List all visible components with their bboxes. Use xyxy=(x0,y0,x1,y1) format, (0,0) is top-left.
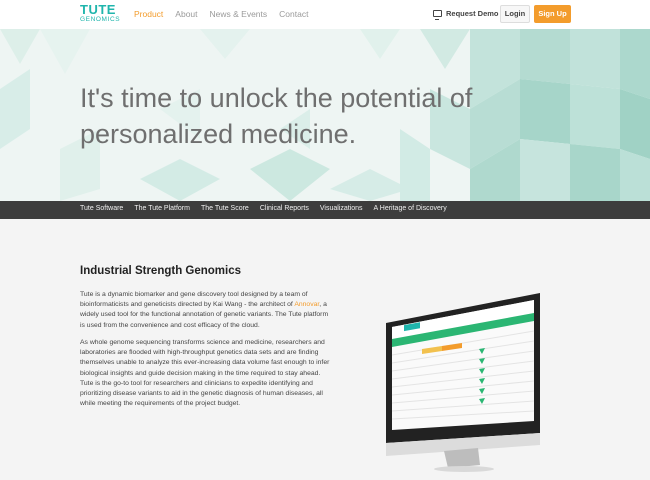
content-section: Industrial Strength Genomics Tute is a d… xyxy=(0,219,650,480)
imac-screenshot-illustration xyxy=(386,293,540,472)
nav-about[interactable]: About xyxy=(175,9,197,19)
logo-line-1: TUTE xyxy=(80,2,116,17)
intro-text-1: Tute is a dynamic biomarker and gene dis… xyxy=(80,291,308,309)
nav-product[interactable]: Product xyxy=(134,9,163,19)
subnav-tute-software[interactable]: Tute Software xyxy=(80,205,123,212)
body-paragraph: As whole genome sequencing transforms sc… xyxy=(80,339,330,408)
nav-contact[interactable]: Contact xyxy=(279,9,308,19)
nav-news-events[interactable]: News & Events xyxy=(210,9,268,19)
monitor-icon xyxy=(433,10,442,20)
request-demo-label: Request Demo xyxy=(446,9,499,18)
signup-button[interactable]: Sign Up xyxy=(534,5,571,23)
hero-banner: It's time to unlock the potential of per… xyxy=(0,29,650,201)
hero-headline: It's time to unlock the potential of per… xyxy=(80,83,473,149)
subnav-heritage[interactable]: A Heritage of Discovery xyxy=(374,205,447,212)
annovar-link[interactable]: Annovar xyxy=(294,301,319,308)
subnav-tute-platform[interactable]: The Tute Platform xyxy=(134,205,190,212)
main-nav: Product About News & Events Contact xyxy=(134,9,320,19)
logo-line-2: GENOMICS xyxy=(80,16,121,23)
tute-genomics-logo[interactable]: TUTE GENOMICS xyxy=(80,2,121,25)
subnav-visualizations[interactable]: Visualizations xyxy=(320,205,363,212)
intro-paragraph: Tute is a dynamic biomarker and gene dis… xyxy=(80,290,330,331)
section-title: Industrial Strength Genomics xyxy=(80,265,242,277)
request-demo-link[interactable]: Request Demo xyxy=(433,9,499,20)
subnav-tute-score[interactable]: The Tute Score xyxy=(201,205,249,212)
top-navigation-bar: TUTE GENOMICS Product About News & Event… xyxy=(0,0,650,29)
product-subnav: Tute Software The Tute Platform The Tute… xyxy=(0,201,650,219)
subnav-clinical-reports[interactable]: Clinical Reports xyxy=(260,205,309,212)
login-button[interactable]: Login xyxy=(500,5,530,23)
